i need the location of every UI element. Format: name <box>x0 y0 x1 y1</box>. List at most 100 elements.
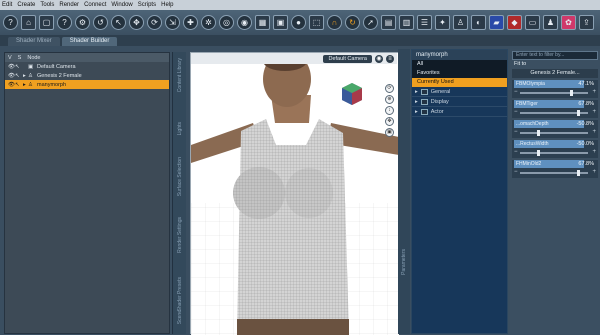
tab-shader-builder[interactable]: Shader Builder <box>61 37 118 46</box>
rail-tab-render-settings[interactable]: Render Settings <box>177 217 183 253</box>
frame-icon[interactable]: ▭ <box>525 15 540 30</box>
viewport-menu-icon[interactable]: ≡ <box>386 54 394 63</box>
menu-connect[interactable]: Connect <box>84 2 106 8</box>
minus-icon[interactable]: − <box>514 169 518 175</box>
plus-icon[interactable]: + <box>592 149 596 155</box>
slider-track[interactable] <box>520 132 588 134</box>
plus-icon[interactable]: + <box>592 129 596 135</box>
select-arrow-icon[interactable]: ↖ <box>15 73 23 79</box>
morph-slider[interactable]: ...RectusWidth -50.0% − + <box>512 140 598 158</box>
minus-icon[interactable]: − <box>514 149 518 155</box>
settings-icon[interactable]: ⚙ <box>75 15 90 30</box>
expand-icon[interactable]: ▸ <box>415 109 418 115</box>
spot-icon[interactable]: ● <box>291 15 306 30</box>
eye-icon[interactable]: 👁 <box>8 82 15 88</box>
new-scene-icon[interactable]: ▢ <box>39 15 54 30</box>
translate-icon[interactable]: ✥ <box>129 15 144 30</box>
rotate-icon[interactable]: ⟳ <box>147 15 162 30</box>
home-icon[interactable]: ⌂ <box>21 15 36 30</box>
filter-input[interactable]: Enter text to filter by... <box>512 51 598 60</box>
node-column-header[interactable]: Node <box>27 55 40 61</box>
help-icon[interactable]: ? <box>3 15 18 30</box>
figure-pose-icon[interactable]: ♟ <box>543 15 558 30</box>
pointer-icon[interactable]: ↖ <box>111 15 126 30</box>
minus-icon[interactable]: − <box>514 89 518 95</box>
menu-render[interactable]: Render <box>59 2 79 8</box>
selectable-column-header[interactable]: S <box>18 55 22 61</box>
zoom-nav-icon[interactable]: ⊕ <box>385 95 394 104</box>
rail-tab-shader-presets[interactable]: Shader Presets <box>177 277 183 311</box>
morph-slider[interactable]: ...omachDepth -50.8% − + <box>512 120 598 138</box>
orbit-icon[interactable]: ↻ <box>345 15 360 30</box>
help-icon-2[interactable]: ? <box>57 15 72 30</box>
render-settings-icon[interactable]: ▰ <box>489 15 504 30</box>
rail-tab-surface-selection[interactable]: Surface Selection <box>177 157 183 196</box>
camera-icon[interactable]: ▣ <box>273 15 288 30</box>
slider-knob[interactable] <box>537 150 540 156</box>
slider-track[interactable] <box>520 92 588 94</box>
visible-column-header[interactable]: V <box>8 55 12 61</box>
slider-value[interactable]: -50.8% <box>577 120 594 128</box>
camera-select[interactable]: Default Camera <box>323 54 372 63</box>
light-icon[interactable]: ✦ <box>435 15 450 30</box>
render-icon[interactable]: ◆ <box>507 15 522 30</box>
plus-icon[interactable]: + <box>592 109 596 115</box>
scene-item-default-camera[interactable]: 👁 ↖ ▣ Default Camera <box>5 62 169 71</box>
group-actor[interactable]: ▸ Actor <box>412 107 507 117</box>
expand-icon[interactable]: ▸ <box>415 89 418 95</box>
orbit-nav-icon[interactable]: ⟳ <box>385 84 394 93</box>
group-display[interactable]: ▸ Display <box>412 97 507 107</box>
slider-value[interactable]: -50.0% <box>577 140 594 148</box>
menu-scripts[interactable]: Scripts <box>138 2 156 8</box>
morph-slider[interactable]: FBMTiger 67.8% − + <box>512 100 598 118</box>
view-cube-icon[interactable] <box>338 80 366 108</box>
slider-value[interactable]: 67.8% <box>578 160 594 168</box>
select-arrow-icon[interactable]: ↖ <box>15 82 23 88</box>
minus-icon[interactable]: − <box>514 129 518 135</box>
scale-icon[interactable]: ⇲ <box>165 15 180 30</box>
morph-slider[interactable]: FBMOlympia 47.1% − + <box>512 80 598 98</box>
plus-icon[interactable]: + <box>592 169 596 175</box>
fit-to-figure-select[interactable]: Genesis 2 Female... <box>512 69 598 78</box>
cursor-icon[interactable]: ➚ <box>363 15 378 30</box>
menu-create[interactable]: Create <box>17 2 35 8</box>
menu-help[interactable]: Help <box>161 2 173 8</box>
table-icon[interactable]: ▤ <box>381 15 396 30</box>
expand-icon[interactable]: ▸ <box>415 99 418 105</box>
filter-all[interactable]: All <box>412 60 507 69</box>
select-arrow-icon[interactable]: ↖ <box>15 64 23 70</box>
reset-icon[interactable]: ↺ <box>93 15 108 30</box>
morph-slider[interactable]: FHMinOld2 67.8% − + <box>512 160 598 178</box>
pan-nav-icon[interactable]: ✥ <box>385 117 394 126</box>
figure-icon[interactable]: ♙ <box>453 15 468 30</box>
tab-shader-mixer[interactable]: Shader Mixer <box>8 37 60 46</box>
eye-icon[interactable]: 👁 <box>8 64 15 70</box>
rail-tab-lights[interactable]: Lights <box>177 122 183 135</box>
target-icon[interactable]: ◎ <box>219 15 234 30</box>
export-icon[interactable]: ⇪ <box>579 15 594 30</box>
counter-icon[interactable]: ▥ <box>399 15 414 30</box>
mesh-icon[interactable]: ⬚ <box>309 15 324 30</box>
menu-window[interactable]: Window <box>111 2 132 8</box>
rail-tab-parameters[interactable]: Parameters <box>401 249 407 275</box>
minus-icon[interactable]: − <box>514 109 518 115</box>
node-icon[interactable]: ✲ <box>201 15 216 30</box>
viewport-options-icon[interactable]: ◉ <box>375 54 383 63</box>
viewport[interactable]: Default Camera ◉ ≡ ⟳ ⊕ ↕ ✥ ▣ <box>190 52 399 335</box>
eye-icon[interactable]: 👁 <box>8 73 15 79</box>
filter-favorites[interactable]: Favorites <box>412 69 507 78</box>
slider-knob[interactable] <box>537 130 540 136</box>
menu-tools[interactable]: Tools <box>40 2 54 8</box>
rail-tab-content-library[interactable]: Content Library <box>177 58 183 92</box>
slider-knob[interactable] <box>569 90 573 96</box>
magnet-icon[interactable]: ∩ <box>327 15 342 30</box>
dolly-nav-icon[interactable]: ↕ <box>385 106 394 115</box>
slider-value[interactable]: 67.8% <box>578 100 594 108</box>
frame-nav-icon[interactable]: ▣ <box>385 128 394 137</box>
rail-tab-scene[interactable]: Scene <box>177 310 183 324</box>
slider-knob[interactable] <box>577 110 581 116</box>
joint-icon[interactable]: ✚ <box>183 15 198 30</box>
sphere-icon[interactable]: ◐ <box>471 15 486 30</box>
menu-edit[interactable]: Edit <box>2 2 12 8</box>
plus-icon[interactable]: + <box>592 89 596 95</box>
